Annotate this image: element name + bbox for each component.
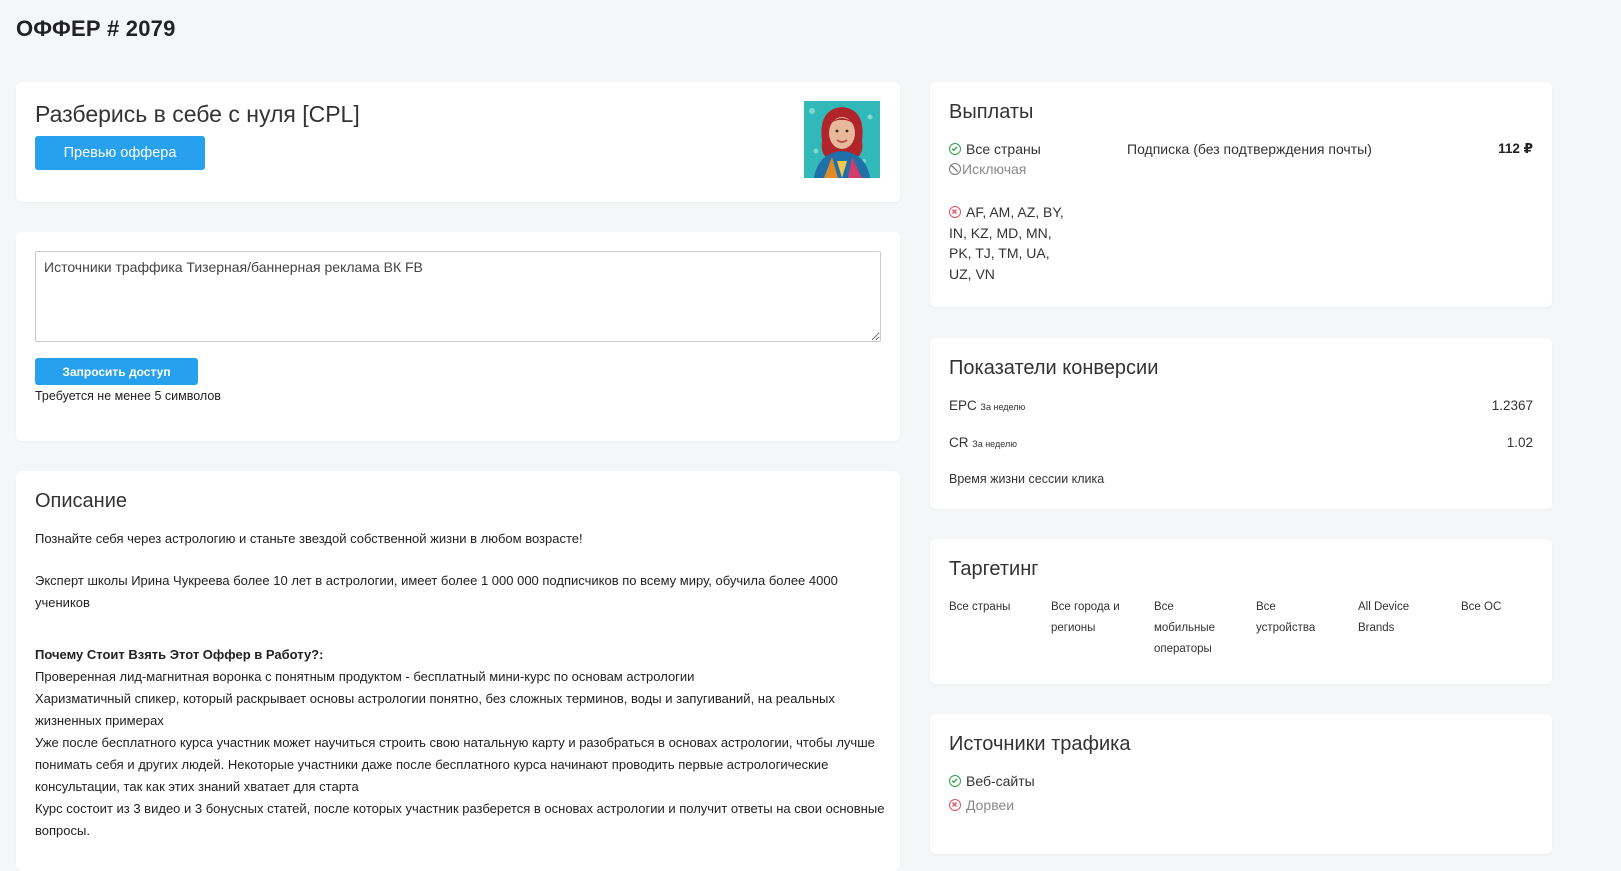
ban-icon xyxy=(949,163,961,175)
targeting-text: Все xyxy=(1154,601,1174,613)
why-heading: Почему Стоит Взять Этот Оффер в Работу?: xyxy=(35,647,324,662)
access-request-card: Запросить доступ Требуется не менее 5 си… xyxy=(16,232,900,441)
targeting-text: устройства xyxy=(1256,622,1316,634)
offer-name: Разберись в себе с нуля [CPL] xyxy=(35,101,360,127)
targeting-text: Все города и xyxy=(1051,601,1120,613)
targeting-text: регионы xyxy=(1051,622,1096,634)
excluded-countries: AF, AM, AZ, BY, IN, KZ, MD, MN, PK, TJ, … xyxy=(949,202,1064,284)
targeting-text: операторы xyxy=(1154,643,1212,655)
access-hint: Требуется не менее 5 символов xyxy=(35,389,221,403)
targeting-text: Все xyxy=(1256,601,1276,613)
check-circle-icon xyxy=(949,775,961,787)
epc-value: 1.2367 xyxy=(1491,398,1533,413)
cr-row: CR За неделю xyxy=(949,435,1017,450)
cr-value: 1.02 xyxy=(1506,435,1533,450)
description-intro: Познайте себя через астрологию и станьте… xyxy=(35,531,583,546)
description-expert: Эксперт школы Ирина Чукреева более 10 ле… xyxy=(35,573,838,610)
targeting-text: Все ОС xyxy=(1461,601,1502,613)
epc-row: EPC За неделю xyxy=(949,398,1025,413)
targeting-text: мобильные xyxy=(1154,622,1216,634)
session-lifetime-label: Время жизни сессии клика xyxy=(949,472,1105,486)
traffic-sources-textarea[interactable] xyxy=(35,251,881,342)
payout-amount: 112 ₽ xyxy=(1498,141,1533,156)
conversion-card: Показатели конверсии EPC За неделю 1.236… xyxy=(930,338,1552,509)
request-access-button[interactable]: Запросить доступ xyxy=(35,358,198,385)
description-point: Уже после бесплатного курса участник мож… xyxy=(35,735,875,794)
targeting-brands: All Device Brands xyxy=(1358,597,1440,639)
excluded-countries-line: AF, AM, AZ, BY, xyxy=(966,204,1064,220)
traffic-denied-label: Дорвеи xyxy=(966,797,1015,813)
cr-period: За неделю xyxy=(972,439,1017,449)
payout-goal: Подписка (без подтверждения почты) xyxy=(1127,141,1372,157)
traffic-denied: Дорвеи xyxy=(949,797,1014,813)
excluding-label: Исключая xyxy=(962,161,1027,177)
cross-circle-icon xyxy=(949,799,961,811)
check-circle-icon xyxy=(949,143,961,155)
targeting-text: All Device xyxy=(1358,601,1410,613)
all-countries-label: Все страны xyxy=(966,141,1041,157)
cr-label: CR xyxy=(949,435,969,450)
traffic-allowed: Веб-сайты xyxy=(949,773,1035,789)
preview-offer-button[interactable]: Превью оффера xyxy=(35,136,205,170)
conversion-heading: Показатели конверсии xyxy=(949,357,1159,379)
targeting-countries: Все страны xyxy=(949,597,1031,618)
targeting-text: Все страны xyxy=(949,601,1011,613)
description-card: Описание Познайте себя через астрологию … xyxy=(16,471,900,871)
traffic-allowed-label: Веб-сайты xyxy=(966,773,1035,789)
excluded-countries-line: UZ, VN xyxy=(949,265,995,282)
excluded-countries-line: IN, KZ, MD, MN, xyxy=(949,224,1052,241)
payouts-excluding: Исключая xyxy=(949,161,1026,177)
offer-thumbnail xyxy=(804,101,880,178)
traffic-heading: Источники трафика xyxy=(949,733,1131,755)
payouts-all-countries: Все страны xyxy=(949,141,1041,157)
page-title: ОФФЕР # 2079 xyxy=(16,16,176,41)
targeting-cities: Все города и регионы xyxy=(1051,597,1133,639)
description-point: Курс состоит из 3 видео и 3 бонусных ста… xyxy=(35,801,885,838)
payouts-heading: Выплаты xyxy=(949,101,1034,123)
targeting-text: Brands xyxy=(1358,622,1395,634)
targeting-devices: Все устройства xyxy=(1256,597,1338,639)
description-heading: Описание xyxy=(35,490,128,512)
traffic-sources-card: Источники трафика Веб-сайты Дорвеи xyxy=(930,714,1552,854)
targeting-os: Все ОС xyxy=(1461,597,1543,618)
targeting-heading: Таргетинг xyxy=(949,558,1039,580)
targeting-operators: Все мобильные операторы xyxy=(1154,597,1236,660)
cross-circle-icon xyxy=(949,206,961,218)
description-point: Харизматичный спикер, который раскрывает… xyxy=(35,691,835,728)
excluded-countries-line: PK, TJ, TM, UA, xyxy=(949,245,1050,261)
description-point: Проверенная лид-магнитная воронка с поня… xyxy=(35,669,695,684)
epc-period: За неделю xyxy=(980,402,1026,412)
epc-label: EPC xyxy=(949,398,977,413)
offer-header-card: Разберись в себе с нуля [CPL] Превью офф… xyxy=(16,82,900,202)
payouts-card: Выплаты Все страны Исключая Подписка (бе… xyxy=(930,82,1552,307)
